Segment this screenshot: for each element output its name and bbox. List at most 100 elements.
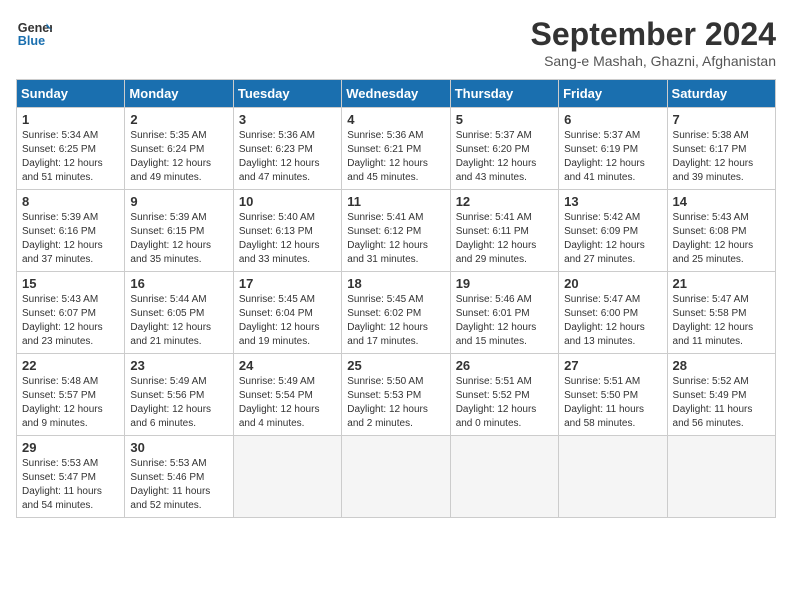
day-info: Sunrise: 5:53 AM Sunset: 5:46 PM Dayligh…: [130, 457, 227, 513]
calendar-cell: 30Sunrise: 5:53 AM Sunset: 5:46 PM Dayli…: [125, 436, 233, 518]
title-area: September 2024 Sang-e Mashah, Ghazni, Af…: [531, 16, 776, 69]
day-number: 23: [130, 358, 227, 373]
day-number: 6: [564, 112, 661, 127]
day-number: 12: [456, 194, 553, 209]
calendar-cell: 21 Sunrise: 5:47 AM Sunset: 5:58 PM Dayli…: [667, 272, 775, 354]
day-info: Sunrise: 5:36 AM Sunset: 6:21 PM Dayligh…: [347, 129, 444, 185]
day-number: 14: [673, 194, 770, 209]
day-info: Sunrise: 5:45 AM Sunset: 6:02 PM Dayligh…: [347, 293, 444, 349]
col-thursday: Thursday: [450, 80, 558, 108]
day-number: 3: [239, 112, 336, 127]
calendar-cell: 3 Sunrise: 5:36 AM Sunset: 6:23 PM Daylig…: [233, 108, 341, 190]
calendar-cell: 7 Sunrise: 5:38 AM Sunset: 6:17 PM Daylig…: [667, 108, 775, 190]
day-number: 15: [22, 276, 119, 291]
day-number: 4: [347, 112, 444, 127]
calendar-week-row: 15 Sunrise: 5:43 AM Sunset: 6:07 PM Dayli…: [17, 272, 776, 354]
day-number: 10: [239, 194, 336, 209]
day-info: Sunrise: 5:40 AM Sunset: 6:13 PM Dayligh…: [239, 211, 336, 267]
col-tuesday: Tuesday: [233, 80, 341, 108]
day-info: Sunrise: 5:37 AM Sunset: 6:20 PM Dayligh…: [456, 129, 553, 185]
logo: General Blue: [16, 16, 52, 52]
day-info: Sunrise: 5:35 AM Sunset: 6:24 PM Dayligh…: [130, 129, 227, 185]
calendar-cell: 10 Sunrise: 5:40 AM Sunset: 6:13 PM Dayli…: [233, 190, 341, 272]
calendar-week-row: 1 Sunrise: 5:34 AM Sunset: 6:25 PM Daylig…: [17, 108, 776, 190]
calendar-week-row: 8Sunrise: 5:39 AM Sunset: 6:16 PM Daylig…: [17, 190, 776, 272]
day-number: 20: [564, 276, 661, 291]
calendar-cell: 25 Sunrise: 5:50 AM Sunset: 5:53 PM Dayli…: [342, 354, 450, 436]
day-info: Sunrise: 5:52 AM Sunset: 5:49 PM Dayligh…: [673, 375, 770, 431]
day-info: Sunrise: 5:48 AM Sunset: 5:57 PM Dayligh…: [22, 375, 119, 431]
logo-icon: General Blue: [16, 16, 52, 52]
calendar-cell: 28 Sunrise: 5:52 AM Sunset: 5:49 PM Dayli…: [667, 354, 775, 436]
col-monday: Monday: [125, 80, 233, 108]
calendar-cell: 22Sunrise: 5:48 AM Sunset: 5:57 PM Dayli…: [17, 354, 125, 436]
day-info: Sunrise: 5:46 AM Sunset: 6:01 PM Dayligh…: [456, 293, 553, 349]
col-sunday: Sunday: [17, 80, 125, 108]
calendar-header-row: Sunday Monday Tuesday Wednesday Thursday…: [17, 80, 776, 108]
day-info: Sunrise: 5:47 AM Sunset: 6:00 PM Dayligh…: [564, 293, 661, 349]
col-saturday: Saturday: [667, 80, 775, 108]
calendar-week-row: 29 Sunrise: 5:53 AM Sunset: 5:47 PM Dayli…: [17, 436, 776, 518]
calendar-cell: 2 Sunrise: 5:35 AM Sunset: 6:24 PM Daylig…: [125, 108, 233, 190]
header: General Blue September 2024 Sang-e Masha…: [16, 16, 776, 69]
calendar-cell: 24 Sunrise: 5:49 AM Sunset: 5:54 PM Dayli…: [233, 354, 341, 436]
calendar-cell: [233, 436, 341, 518]
day-number: 5: [456, 112, 553, 127]
calendar-cell: 16Sunrise: 5:44 AM Sunset: 6:05 PM Dayli…: [125, 272, 233, 354]
day-info: Sunrise: 5:39 AM Sunset: 6:16 PM Dayligh…: [22, 211, 119, 267]
calendar-cell: 5 Sunrise: 5:37 AM Sunset: 6:20 PM Daylig…: [450, 108, 558, 190]
day-info: Sunrise: 5:51 AM Sunset: 5:50 PM Dayligh…: [564, 375, 661, 431]
day-number: 27: [564, 358, 661, 373]
day-info: Sunrise: 5:50 AM Sunset: 5:53 PM Dayligh…: [347, 375, 444, 431]
day-info: Sunrise: 5:36 AM Sunset: 6:23 PM Dayligh…: [239, 129, 336, 185]
calendar-body: 1 Sunrise: 5:34 AM Sunset: 6:25 PM Daylig…: [17, 108, 776, 518]
day-number: 2: [130, 112, 227, 127]
day-info: Sunrise: 5:47 AM Sunset: 5:58 PM Dayligh…: [673, 293, 770, 349]
calendar-cell: 8Sunrise: 5:39 AM Sunset: 6:16 PM Daylig…: [17, 190, 125, 272]
day-info: Sunrise: 5:49 AM Sunset: 5:54 PM Dayligh…: [239, 375, 336, 431]
calendar-cell: 14 Sunrise: 5:43 AM Sunset: 6:08 PM Dayli…: [667, 190, 775, 272]
day-number: 29: [22, 440, 119, 455]
day-number: 7: [673, 112, 770, 127]
calendar-cell: 26Sunrise: 5:51 AM Sunset: 5:52 PM Dayli…: [450, 354, 558, 436]
calendar-cell: 29 Sunrise: 5:53 AM Sunset: 5:47 PM Dayli…: [17, 436, 125, 518]
day-number: 18: [347, 276, 444, 291]
day-info: Sunrise: 5:34 AM Sunset: 6:25 PM Dayligh…: [22, 129, 119, 185]
day-number: 9: [130, 194, 227, 209]
calendar-cell: 11Sunrise: 5:41 AM Sunset: 6:12 PM Dayli…: [342, 190, 450, 272]
day-info: Sunrise: 5:41 AM Sunset: 6:11 PM Dayligh…: [456, 211, 553, 267]
day-info: Sunrise: 5:43 AM Sunset: 6:08 PM Dayligh…: [673, 211, 770, 267]
day-info: Sunrise: 5:38 AM Sunset: 6:17 PM Dayligh…: [673, 129, 770, 185]
day-number: 24: [239, 358, 336, 373]
day-number: 17: [239, 276, 336, 291]
day-number: 25: [347, 358, 444, 373]
calendar-cell: [342, 436, 450, 518]
calendar-cell: 27 Sunrise: 5:51 AM Sunset: 5:50 PM Dayli…: [559, 354, 667, 436]
location-title: Sang-e Mashah, Ghazni, Afghanistan: [531, 53, 776, 69]
calendar-cell: 6Sunrise: 5:37 AM Sunset: 6:19 PM Daylig…: [559, 108, 667, 190]
day-info: Sunrise: 5:45 AM Sunset: 6:04 PM Dayligh…: [239, 293, 336, 349]
day-info: Sunrise: 5:44 AM Sunset: 6:05 PM Dayligh…: [130, 293, 227, 349]
day-number: 11: [347, 194, 444, 209]
calendar-cell: 4 Sunrise: 5:36 AM Sunset: 6:21 PM Daylig…: [342, 108, 450, 190]
day-info: Sunrise: 5:53 AM Sunset: 5:47 PM Dayligh…: [22, 457, 119, 513]
day-number: 1: [22, 112, 119, 127]
day-info: Sunrise: 5:42 AM Sunset: 6:09 PM Dayligh…: [564, 211, 661, 267]
col-wednesday: Wednesday: [342, 80, 450, 108]
day-number: 21: [673, 276, 770, 291]
calendar-cell: [450, 436, 558, 518]
day-info: Sunrise: 5:39 AM Sunset: 6:15 PM Dayligh…: [130, 211, 227, 267]
calendar-cell: 13Sunrise: 5:42 AM Sunset: 6:09 PM Dayli…: [559, 190, 667, 272]
calendar-cell: [667, 436, 775, 518]
calendar-cell: 12 Sunrise: 5:41 AM Sunset: 6:11 PM Dayli…: [450, 190, 558, 272]
calendar-cell: 17 Sunrise: 5:45 AM Sunset: 6:04 PM Dayli…: [233, 272, 341, 354]
calendar-cell: 20 Sunrise: 5:47 AM Sunset: 6:00 PM Dayli…: [559, 272, 667, 354]
calendar-cell: [559, 436, 667, 518]
col-friday: Friday: [559, 80, 667, 108]
day-info: Sunrise: 5:43 AM Sunset: 6:07 PM Dayligh…: [22, 293, 119, 349]
calendar-cell: 18 Sunrise: 5:45 AM Sunset: 6:02 PM Dayli…: [342, 272, 450, 354]
day-number: 28: [673, 358, 770, 373]
calendar-table: Sunday Monday Tuesday Wednesday Thursday…: [16, 79, 776, 518]
calendar-week-row: 22Sunrise: 5:48 AM Sunset: 5:57 PM Dayli…: [17, 354, 776, 436]
calendar-cell: 15 Sunrise: 5:43 AM Sunset: 6:07 PM Dayli…: [17, 272, 125, 354]
